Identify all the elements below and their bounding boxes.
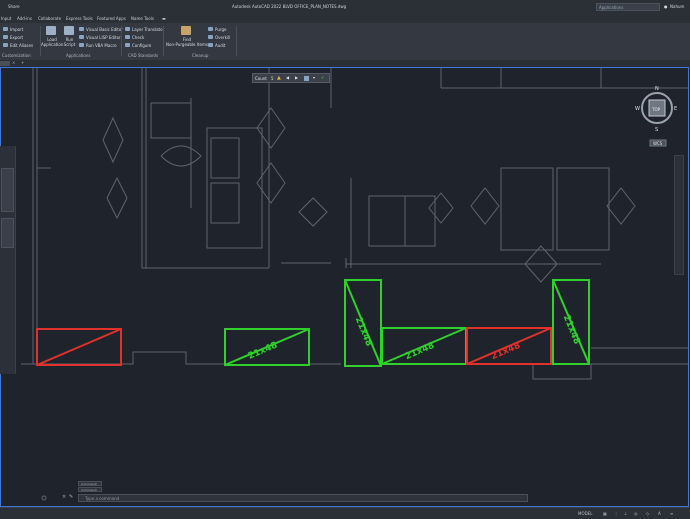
overkill-button[interactable]: Overkill xyxy=(215,35,230,40)
visual-basic-editor-button[interactable]: Visual Basic Editor xyxy=(86,27,123,32)
panel-applications-label: Applications xyxy=(66,53,91,58)
lisp-editor-icon xyxy=(79,35,84,39)
palette-section[interactable] xyxy=(1,218,14,248)
viewcube[interactable]: TOP N S E W WCS xyxy=(635,86,677,147)
ribbon-separator xyxy=(163,26,164,56)
annotation-icon[interactable]: A xyxy=(658,511,661,516)
find-non-purgeable-button[interactable]: Find Non-Purgeable Items xyxy=(166,37,208,47)
command-input[interactable]: Type a command xyxy=(78,494,528,502)
floor-plan-drawing: 21x48 21x48 21x48 21x48 21x48 TOP N S E … xyxy=(21,68,688,501)
drawing-canvas[interactable]: 21x48 21x48 21x48 21x48 21x48 TOP N S E … xyxy=(0,67,689,507)
document-tabs: × + xyxy=(0,60,690,67)
command-history-line: Command: xyxy=(78,481,102,486)
next-arrow-icon[interactable]: ▶ xyxy=(295,75,300,80)
share-menu[interactable]: Share xyxy=(8,4,20,9)
block-label-1: 21x48 xyxy=(247,341,279,362)
ribbon-separator xyxy=(121,26,122,56)
ribbon-tabs: Input Add-ins Collaborate Express Tools … xyxy=(0,14,690,23)
tab-featured-apps[interactable]: Featured Apps xyxy=(97,16,126,21)
tab-close-icon[interactable]: × xyxy=(12,60,15,65)
wcs-menu[interactable]: WCS xyxy=(653,141,663,146)
ribbon-panel: Import Export Edit Aliases Customization… xyxy=(0,23,690,61)
vb-editor-icon xyxy=(79,27,84,31)
block-label-3: 21x48 xyxy=(404,341,436,362)
block-label-5: 21x48 xyxy=(561,314,582,346)
edit-aliases-button[interactable]: Edit Aliases xyxy=(10,43,33,48)
check-icon xyxy=(125,35,130,39)
previous-arrow-icon[interactable]: ◀ xyxy=(286,75,291,80)
run-script-icon xyxy=(64,26,74,35)
viewcube-east[interactable]: E xyxy=(674,106,677,112)
ortho-icon[interactable]: ⊥ xyxy=(624,511,627,516)
tab-express-tools[interactable]: Express Tools xyxy=(66,16,93,21)
export-button[interactable]: Export xyxy=(10,35,23,40)
dropdown-icon[interactable]: ▾ xyxy=(313,75,318,80)
tab-name-tools[interactable]: Name Tools xyxy=(131,16,154,21)
layer-translator-button[interactable]: Layer Translator xyxy=(132,27,164,32)
edit-aliases-icon xyxy=(3,43,8,47)
warning-icon[interactable]: ▲ xyxy=(277,75,282,81)
run-vba-macro-button[interactable]: Run VBA Macro xyxy=(86,43,117,48)
viewcube-north[interactable]: N xyxy=(655,86,659,92)
palette-section[interactable] xyxy=(1,168,14,212)
purge-button[interactable]: Purge xyxy=(215,27,226,32)
new-tab-icon[interactable]: + xyxy=(21,60,24,65)
title-bar: Share Autodesk AutoCAD 2022 BLVD OFFICE_… xyxy=(0,0,690,15)
user-name[interactable]: Nahum xyxy=(670,4,684,9)
polar-icon[interactable]: ◎ xyxy=(634,511,638,516)
customize-icon[interactable]: ≡ xyxy=(670,511,673,516)
panel-customization-label: Customization xyxy=(2,53,31,58)
user-icon[interactable]: ● xyxy=(664,4,668,9)
load-application-button[interactable]: Load Application xyxy=(41,37,63,47)
export-icon xyxy=(3,35,8,39)
find-non-purgeable-icon xyxy=(181,26,191,35)
snap-icon[interactable]: ⋮ xyxy=(614,511,618,516)
model-space-button[interactable]: MODEL xyxy=(578,511,592,516)
block-label-2: 21x48 xyxy=(353,316,374,348)
navigation-bar[interactable] xyxy=(674,155,684,275)
isometric-icon[interactable]: ◇ xyxy=(646,511,649,516)
tab-add-ins[interactable]: Add-ins xyxy=(17,16,32,21)
close-command-icon[interactable]: × xyxy=(62,494,66,500)
block-label-4: 21x48 xyxy=(490,341,522,362)
tab-input[interactable]: Input xyxy=(1,16,11,21)
check-button[interactable]: Check xyxy=(132,35,144,40)
vba-macro-icon xyxy=(79,43,84,47)
configure-icon xyxy=(125,43,130,47)
close-count-icon[interactable]: ✔ xyxy=(321,75,326,80)
viewcube-west[interactable]: W xyxy=(635,106,640,112)
document-tab[interactable] xyxy=(0,61,10,66)
count-label: Count xyxy=(255,76,267,81)
count-value: 5 xyxy=(271,76,274,81)
tool-palette[interactable] xyxy=(0,146,16,374)
visual-lisp-editor-button[interactable]: Visual LISP Editor xyxy=(86,35,121,40)
command-history-line: Command: xyxy=(78,487,102,492)
search-input[interactable]: Applications xyxy=(596,3,660,11)
import-button[interactable]: Import xyxy=(10,27,23,32)
audit-button[interactable]: Audit xyxy=(215,43,226,48)
app-title: Autodesk AutoCAD 2022 BLVD OFFICE_PLAN_N… xyxy=(232,4,347,9)
overkill-icon xyxy=(208,35,213,39)
viewcube-face[interactable]: TOP xyxy=(651,107,661,112)
status-bar: MODEL ▦ ⋮ ⊥ ◎ ◇ A ≡ xyxy=(0,507,690,519)
purge-icon xyxy=(208,27,213,31)
load-application-icon xyxy=(46,26,56,35)
ribbon-minimize-icon[interactable]: ▬ xyxy=(162,16,166,21)
viewcube-south[interactable]: S xyxy=(655,127,658,133)
ribbon-separator xyxy=(236,26,237,56)
panel-cleanup-label: Cleanup xyxy=(192,53,209,58)
audit-icon xyxy=(208,43,213,47)
tab-collaborate[interactable]: Collaborate xyxy=(38,16,61,21)
configure-button[interactable]: Configure xyxy=(132,43,151,48)
run-script-button[interactable]: Run Script xyxy=(63,37,76,47)
count-toolbar: Count 5 ▲ ◀ ▶ ▾ ✔ xyxy=(252,73,330,83)
layer-translator-icon xyxy=(125,27,130,31)
panel-cad-standards-label: CAD Standards xyxy=(128,53,159,58)
customize-command-icon[interactable]: ✎ xyxy=(69,494,73,500)
grid-icon[interactable]: ▦ xyxy=(603,511,607,516)
insert-table-icon[interactable] xyxy=(304,76,309,81)
import-icon xyxy=(3,27,8,31)
